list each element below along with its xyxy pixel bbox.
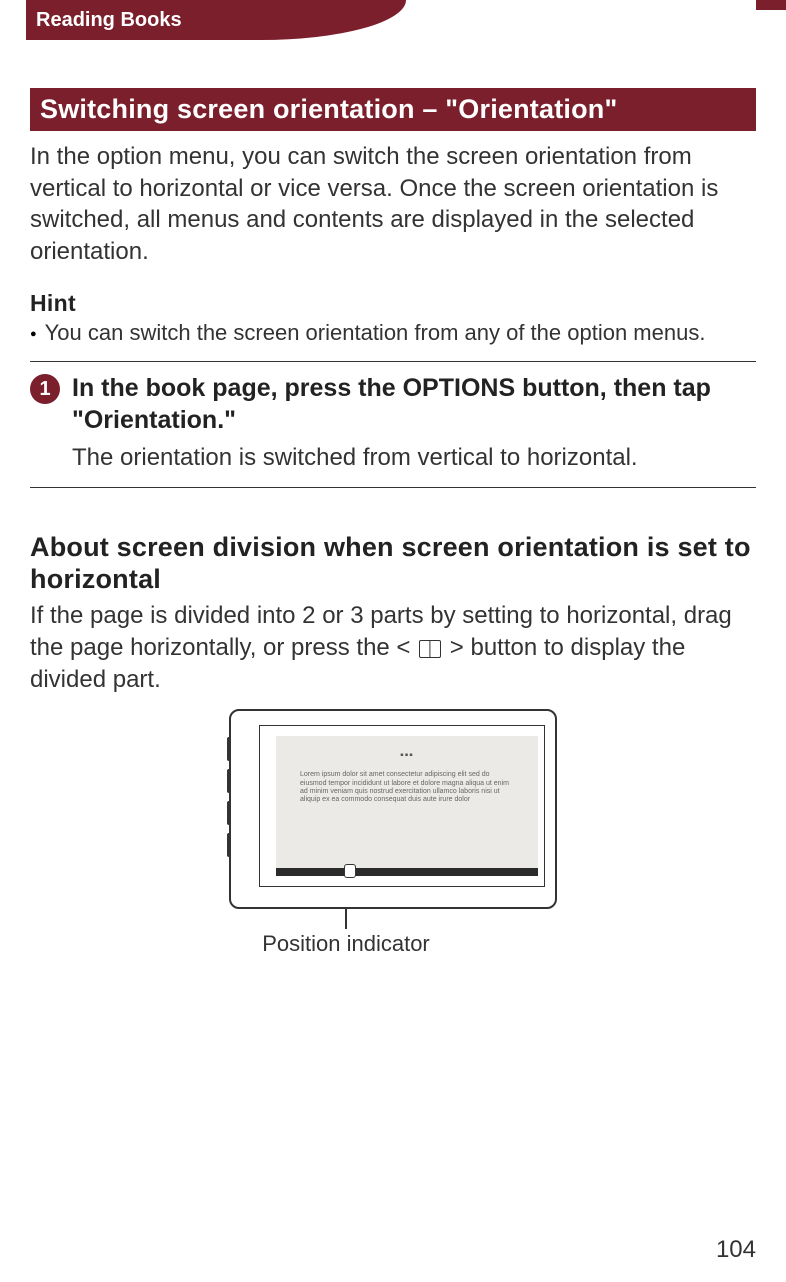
divider-top <box>30 361 756 362</box>
intro-paragraph: In the option menu, you can switch the s… <box>30 141 756 268</box>
device-screen-content: ▪▪▪ Lorem ipsum dolor sit amet consectet… <box>276 736 538 876</box>
step-number-badge: 1 <box>30 374 60 404</box>
indicator-caption: Position indicator <box>262 931 430 957</box>
position-indicator-thumb <box>344 864 356 878</box>
screen-sample-title: ▪▪▪ <box>276 750 538 761</box>
device-screen: ▪▪▪ Lorem ipsum dolor sit amet consectet… <box>259 725 545 887</box>
accent-bar <box>756 0 786 10</box>
progress-track <box>276 868 538 876</box>
device-figure: ▪▪▪ Lorem ipsum dolor sit amet consectet… <box>30 709 756 957</box>
subsection-heading: About screen division when screen orient… <box>30 532 756 596</box>
content-area: Switching screen orientation – "Orientat… <box>26 40 760 957</box>
breadcrumb-tab: Reading Books <box>26 0 406 40</box>
section-title: Switching screen orientation – "Orientat… <box>30 88 756 131</box>
manual-page: Reading Books Switching screen orientati… <box>0 0 786 1282</box>
step-1: 1 In the book page, press the OPTIONS bu… <box>30 372 756 436</box>
ereader-device: ▪▪▪ Lorem ipsum dolor sit amet consectet… <box>229 709 557 909</box>
hint-heading: Hint <box>30 290 756 317</box>
screen-sample-text: Lorem ipsum dolor sit amet consectetur a… <box>276 761 538 805</box>
header: Reading Books <box>26 0 760 40</box>
page-number: 104 <box>716 1236 756 1264</box>
indicator-callout: Position indicator <box>356 909 430 957</box>
subsection-body: If the page is divided into 2 or 3 parts… <box>30 600 756 695</box>
indicator-leader-line <box>345 907 346 929</box>
divider-bottom <box>30 487 756 488</box>
step-title: In the book page, press the OPTIONS butt… <box>72 372 756 436</box>
step-subtext: The orientation is switched from vertica… <box>30 442 756 473</box>
book-icon <box>419 640 441 658</box>
breadcrumb-text: Reading Books <box>36 9 182 32</box>
hint-text: You can switch the screen orientation fr… <box>30 319 756 348</box>
device-side-buttons <box>227 737 231 857</box>
